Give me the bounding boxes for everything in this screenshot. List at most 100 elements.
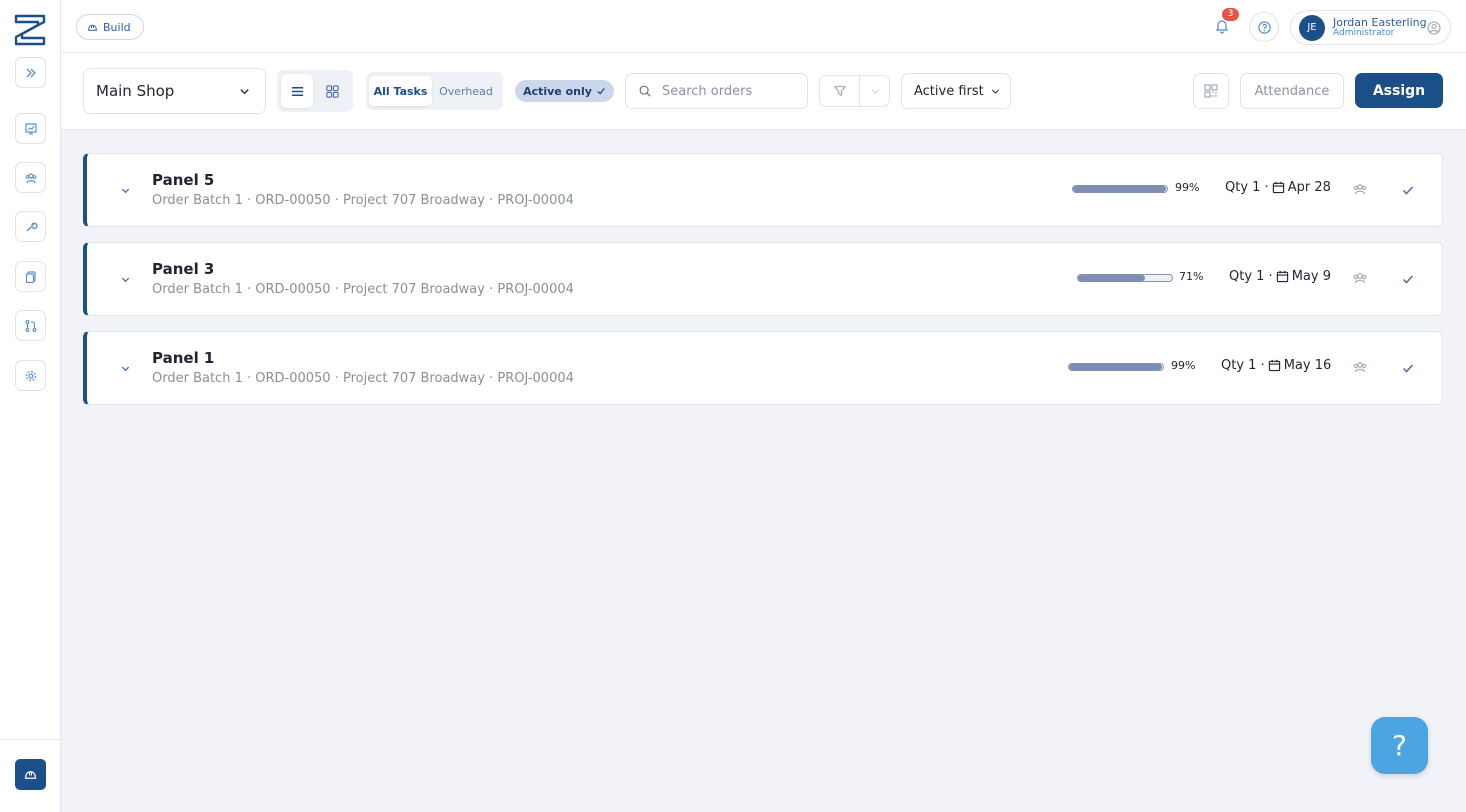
order-progress-fill [1078,275,1145,281]
calendar-icon [1276,270,1288,283]
order-progress-percent: 99% [1175,181,1200,194]
toolbar: Main Shop All Tasks Overhead Active only… [61,53,1466,130]
expand-sidebar-button[interactable] [15,57,46,88]
assign-crew-icon[interactable] [1352,359,1368,375]
expand-order-button[interactable] [117,271,133,287]
order-due-date: May 9 [1291,269,1331,284]
git-pull-request-icon [25,319,36,332]
sort-select[interactable]: Active first [901,73,1011,109]
presentation-icon [24,122,37,135]
filter-dropdown-button[interactable] [860,76,890,106]
order-progress-bar [1072,185,1168,193]
help-button[interactable] [1249,12,1279,42]
order-title: Panel 1 [152,349,215,367]
order-progress-fill [1069,364,1163,370]
assign-crew-icon[interactable] [1352,181,1368,197]
rail-item-tools[interactable] [15,211,46,242]
list-icon [291,86,303,96]
build-label: Build [103,20,131,34]
qr-scan-button[interactable] [1193,73,1229,109]
chevron-down-icon [121,188,129,193]
order-title: Panel 3 [152,260,215,278]
chevrons-right-icon [26,68,36,77]
build-button[interactable]: Build [76,14,144,40]
expand-order-button[interactable] [117,182,133,198]
notification-badge: 3 [1222,8,1239,21]
hard-hat-icon [87,24,98,31]
view-toggle [277,70,353,112]
search-input[interactable] [662,83,792,99]
active-only-toggle[interactable]: Active only [515,80,614,102]
help-chat-button[interactable]: ? [1371,717,1428,774]
gear-icon [25,370,36,381]
order-subtitle: Order Batch 1 · ORD-00050 · Project 707 … [152,193,574,208]
shop-select-value: Main Shop [96,82,175,100]
order-meta: Qty 1 · May 16 [1221,358,1331,373]
order-due-date: May 16 [1283,358,1332,373]
order-qty: Qty 1 · [1229,269,1273,284]
order-due-date: Apr 28 [1287,180,1331,195]
avatar: JE [1299,14,1325,41]
list-view-button[interactable] [281,74,313,108]
top-header: Build 3 JE Jordan Easterling Administrat… [61,0,1466,53]
copy-icon [25,270,36,283]
order-card[interactable]: Panel 5 Order Batch 1 · ORD-00050 · Proj… [83,153,1443,227]
task-type-segment: All Tasks Overhead [366,72,503,110]
rail-item-team[interactable] [15,162,46,193]
search-box [625,73,808,109]
build-mode-button[interactable] [15,759,46,790]
order-card[interactable]: Panel 1 Order Batch 1 · ORD-00050 · Proj… [83,331,1443,405]
order-progress-bar [1077,274,1173,282]
chevron-down-icon [991,89,999,94]
shop-select[interactable]: Main Shop [83,68,266,114]
hard-hat-icon [24,771,37,779]
order-meta: Qty 1 · Apr 28 [1225,180,1331,195]
help-circle-icon [1257,20,1271,34]
qr-code-icon [1204,84,1218,98]
order-card[interactable]: Panel 3 Order Batch 1 · ORD-00050 · Proj… [83,242,1443,316]
grid-view-button[interactable] [316,74,348,108]
wrench-icon [26,222,38,231]
chevron-down-icon [121,366,129,371]
left-rail [0,0,61,812]
order-title: Panel 5 [152,171,215,189]
order-subtitle: Order Batch 1 · ORD-00050 · Project 707 … [152,371,574,386]
order-qty: Qty 1 · [1225,180,1269,195]
order-progress-percent: 71% [1179,270,1204,283]
filter-group [819,75,890,107]
rail-item-workflow[interactable] [15,310,46,341]
user-role: Administrator [1333,27,1395,38]
app-logo-icon[interactable] [14,14,46,46]
rail-item-settings[interactable] [15,360,46,391]
filter-icon [833,86,846,96]
assign-crew-icon[interactable] [1352,270,1368,286]
complete-check-icon[interactable] [1401,272,1415,286]
order-subtitle: Order Batch 1 · ORD-00050 · Project 707 … [152,282,574,297]
chevron-down-icon [871,89,879,94]
user-menu[interactable]: JE Jordan Easterling Administrator [1290,10,1451,45]
grid-icon [325,84,339,98]
chevron-down-icon [240,89,249,95]
complete-check-icon[interactable] [1401,361,1415,375]
rail-item-dashboard[interactable] [15,113,46,144]
calendar-icon [1272,181,1284,194]
order-progress-fill [1073,186,1167,192]
tab-overhead[interactable]: Overhead [434,76,498,106]
filter-button[interactable] [820,76,860,106]
assign-button[interactable]: Assign [1355,73,1443,108]
expand-order-button[interactable] [117,360,133,376]
calendar-icon [1268,359,1280,372]
rail-item-documents[interactable] [15,261,46,292]
chevron-down-icon [121,277,129,282]
complete-check-icon[interactable] [1401,183,1415,197]
user-circle-icon [1427,21,1441,35]
order-qty: Qty 1 · [1221,358,1265,373]
active-only-label: Active only [523,84,592,98]
order-progress-percent: 99% [1171,359,1196,372]
check-icon [597,88,605,95]
search-icon [639,85,651,97]
attendance-button[interactable]: Attendance [1240,73,1344,109]
tab-all-tasks[interactable]: All Tasks [369,76,432,106]
users-icon [25,172,36,183]
sort-select-value: Active first [914,83,984,99]
